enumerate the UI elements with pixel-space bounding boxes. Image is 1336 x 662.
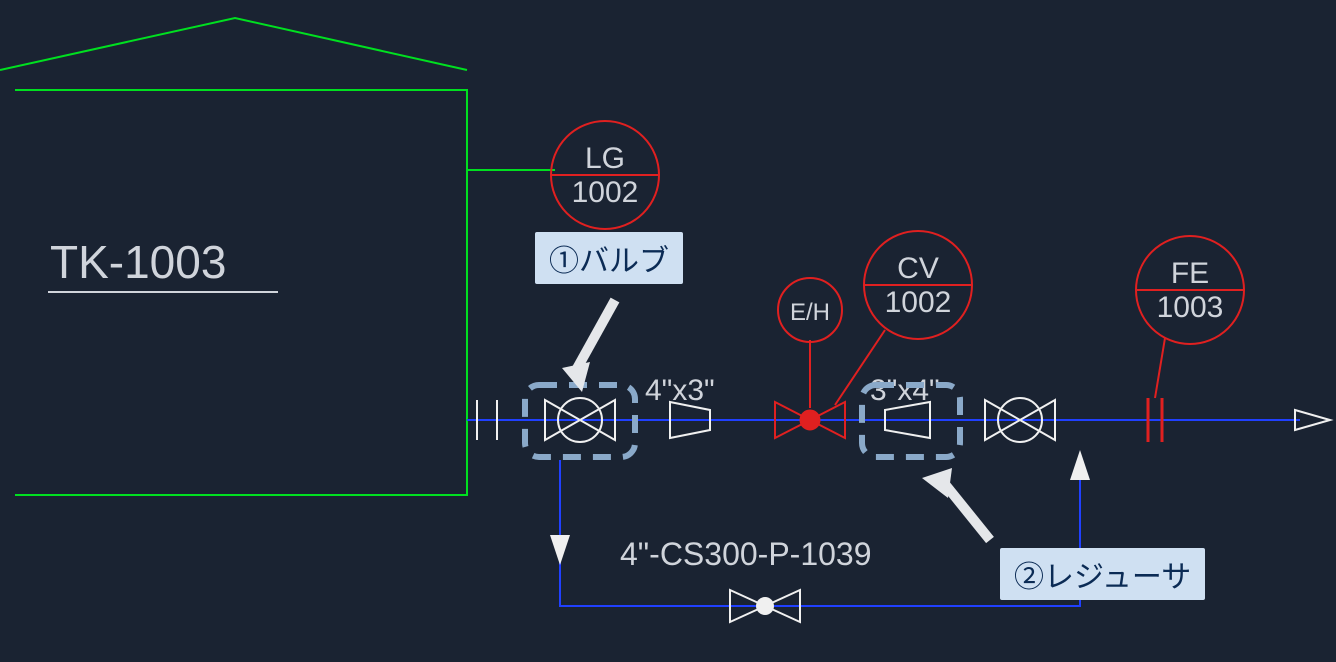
bypass-arrow-down [550,535,570,565]
svg-text:CV: CV [897,252,939,285]
callout-reducer: ②レジューサ [1000,548,1205,600]
instrument-eh: E/H [778,278,842,342]
callout-valve: ①バルブ [535,232,683,284]
line-number-label: 4"-CS300-P-1039 [620,536,872,572]
svg-text:1002: 1002 [572,176,639,209]
svg-text:1002: 1002 [885,286,952,319]
control-valve [775,340,845,438]
callout-arrow-2 [922,468,990,540]
instrument-fe: FE 1003 [1136,236,1244,398]
reducer1-label: 4"x3" [645,374,715,407]
bypass-arrow-up [1070,450,1090,480]
callout-arrow-1 [562,300,615,392]
svg-text:LG: LG [585,142,625,175]
svg-text:FE: FE [1171,257,1209,290]
tank-label: TK-1003 [50,236,226,288]
flow-arrow-right [1295,410,1330,430]
svg-text:E/H: E/H [790,299,830,326]
instrument-lg: LG 1002 [551,121,659,229]
svg-text:1003: 1003 [1157,291,1224,324]
